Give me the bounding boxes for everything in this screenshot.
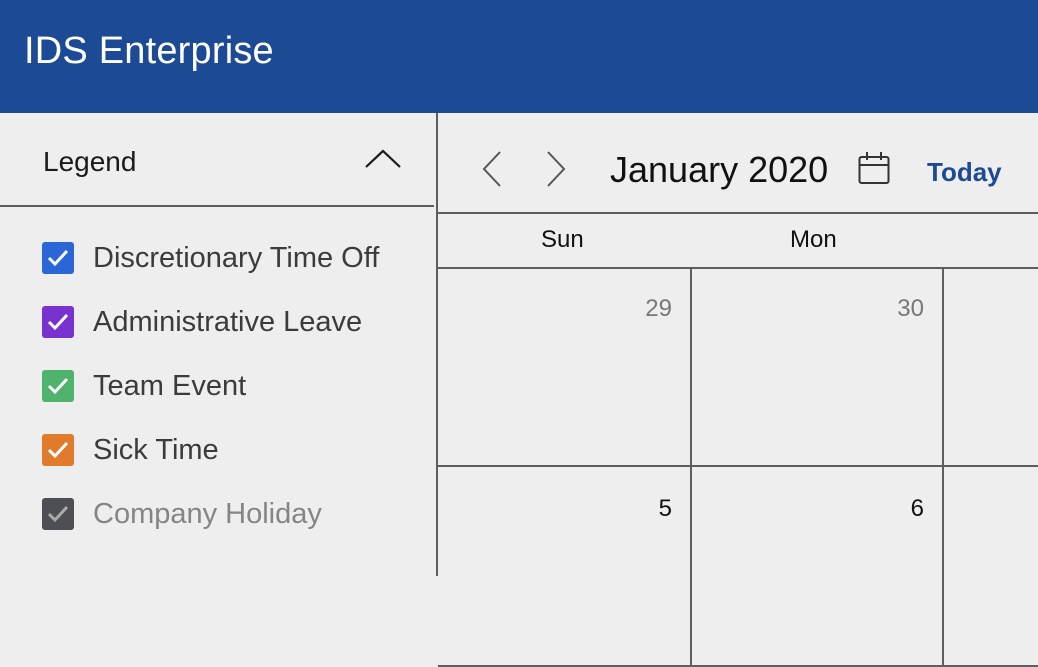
checkbox-checked-icon[interactable] bbox=[42, 370, 74, 402]
collapse-chevron-up-icon[interactable] bbox=[362, 143, 404, 175]
checkbox-checked-icon[interactable] bbox=[42, 498, 74, 530]
legend-item-sick-time[interactable]: Sick Time bbox=[42, 430, 412, 470]
legend-item-label: Administrative Leave bbox=[93, 306, 363, 338]
next-month-chevron-right-icon[interactable] bbox=[540, 149, 570, 189]
previous-month-chevron-left-icon[interactable] bbox=[478, 149, 508, 189]
calendar-main: January 2020 Today Sun Mon 29 30 5 6 bbox=[438, 113, 1038, 667]
day-number: 6 bbox=[910, 495, 924, 522]
checkbox-checked-icon[interactable] bbox=[42, 434, 74, 466]
month-grid: 29 30 5 6 bbox=[438, 267, 1038, 667]
legend-title: Legend bbox=[43, 146, 137, 177]
day-cell[interactable]: 29 bbox=[438, 267, 692, 467]
calendar-toolbar: January 2020 Today bbox=[438, 113, 1038, 212]
app-header: IDS Enterprise bbox=[0, 0, 1038, 113]
legend-item-administrative-leave[interactable]: Administrative Leave bbox=[42, 302, 412, 342]
legend-item-label: Discretionary Time Off bbox=[93, 242, 380, 274]
app-title: IDS Enterprise bbox=[24, 30, 274, 72]
legend-item-label: Company Holiday bbox=[93, 498, 322, 530]
weekday-header: Sun Mon bbox=[438, 212, 1038, 269]
checkbox-checked-icon[interactable] bbox=[42, 306, 74, 338]
legend-sidebar: Legend Discretionary Time Off Administra… bbox=[0, 113, 438, 576]
weekday-sun: Sun bbox=[541, 226, 584, 253]
today-button[interactable]: Today bbox=[927, 157, 1002, 188]
legend-header[interactable]: Legend bbox=[0, 113, 434, 207]
day-cell[interactable]: 5 bbox=[438, 467, 692, 667]
day-cell[interactable]: 6 bbox=[690, 467, 944, 667]
weekday-mon: Mon bbox=[790, 226, 837, 253]
day-cell[interactable]: 30 bbox=[690, 267, 944, 467]
legend-item-company-holiday[interactable]: Company Holiday bbox=[42, 494, 412, 534]
day-number: 29 bbox=[645, 295, 672, 322]
legend-item-label: Team Event bbox=[93, 370, 247, 402]
checkbox-checked-icon[interactable] bbox=[42, 242, 74, 274]
legend-item-discretionary-time-off[interactable]: Discretionary Time Off bbox=[42, 238, 412, 278]
day-number: 30 bbox=[897, 295, 924, 322]
month-title: January 2020 bbox=[610, 149, 829, 190]
day-cell[interactable] bbox=[942, 467, 1038, 667]
legend-item-team-event[interactable]: Team Event bbox=[42, 366, 412, 406]
calendar-icon[interactable] bbox=[858, 151, 890, 190]
day-cell[interactable] bbox=[942, 267, 1038, 467]
legend-item-label: Sick Time bbox=[93, 434, 219, 466]
day-number: 5 bbox=[658, 495, 672, 522]
